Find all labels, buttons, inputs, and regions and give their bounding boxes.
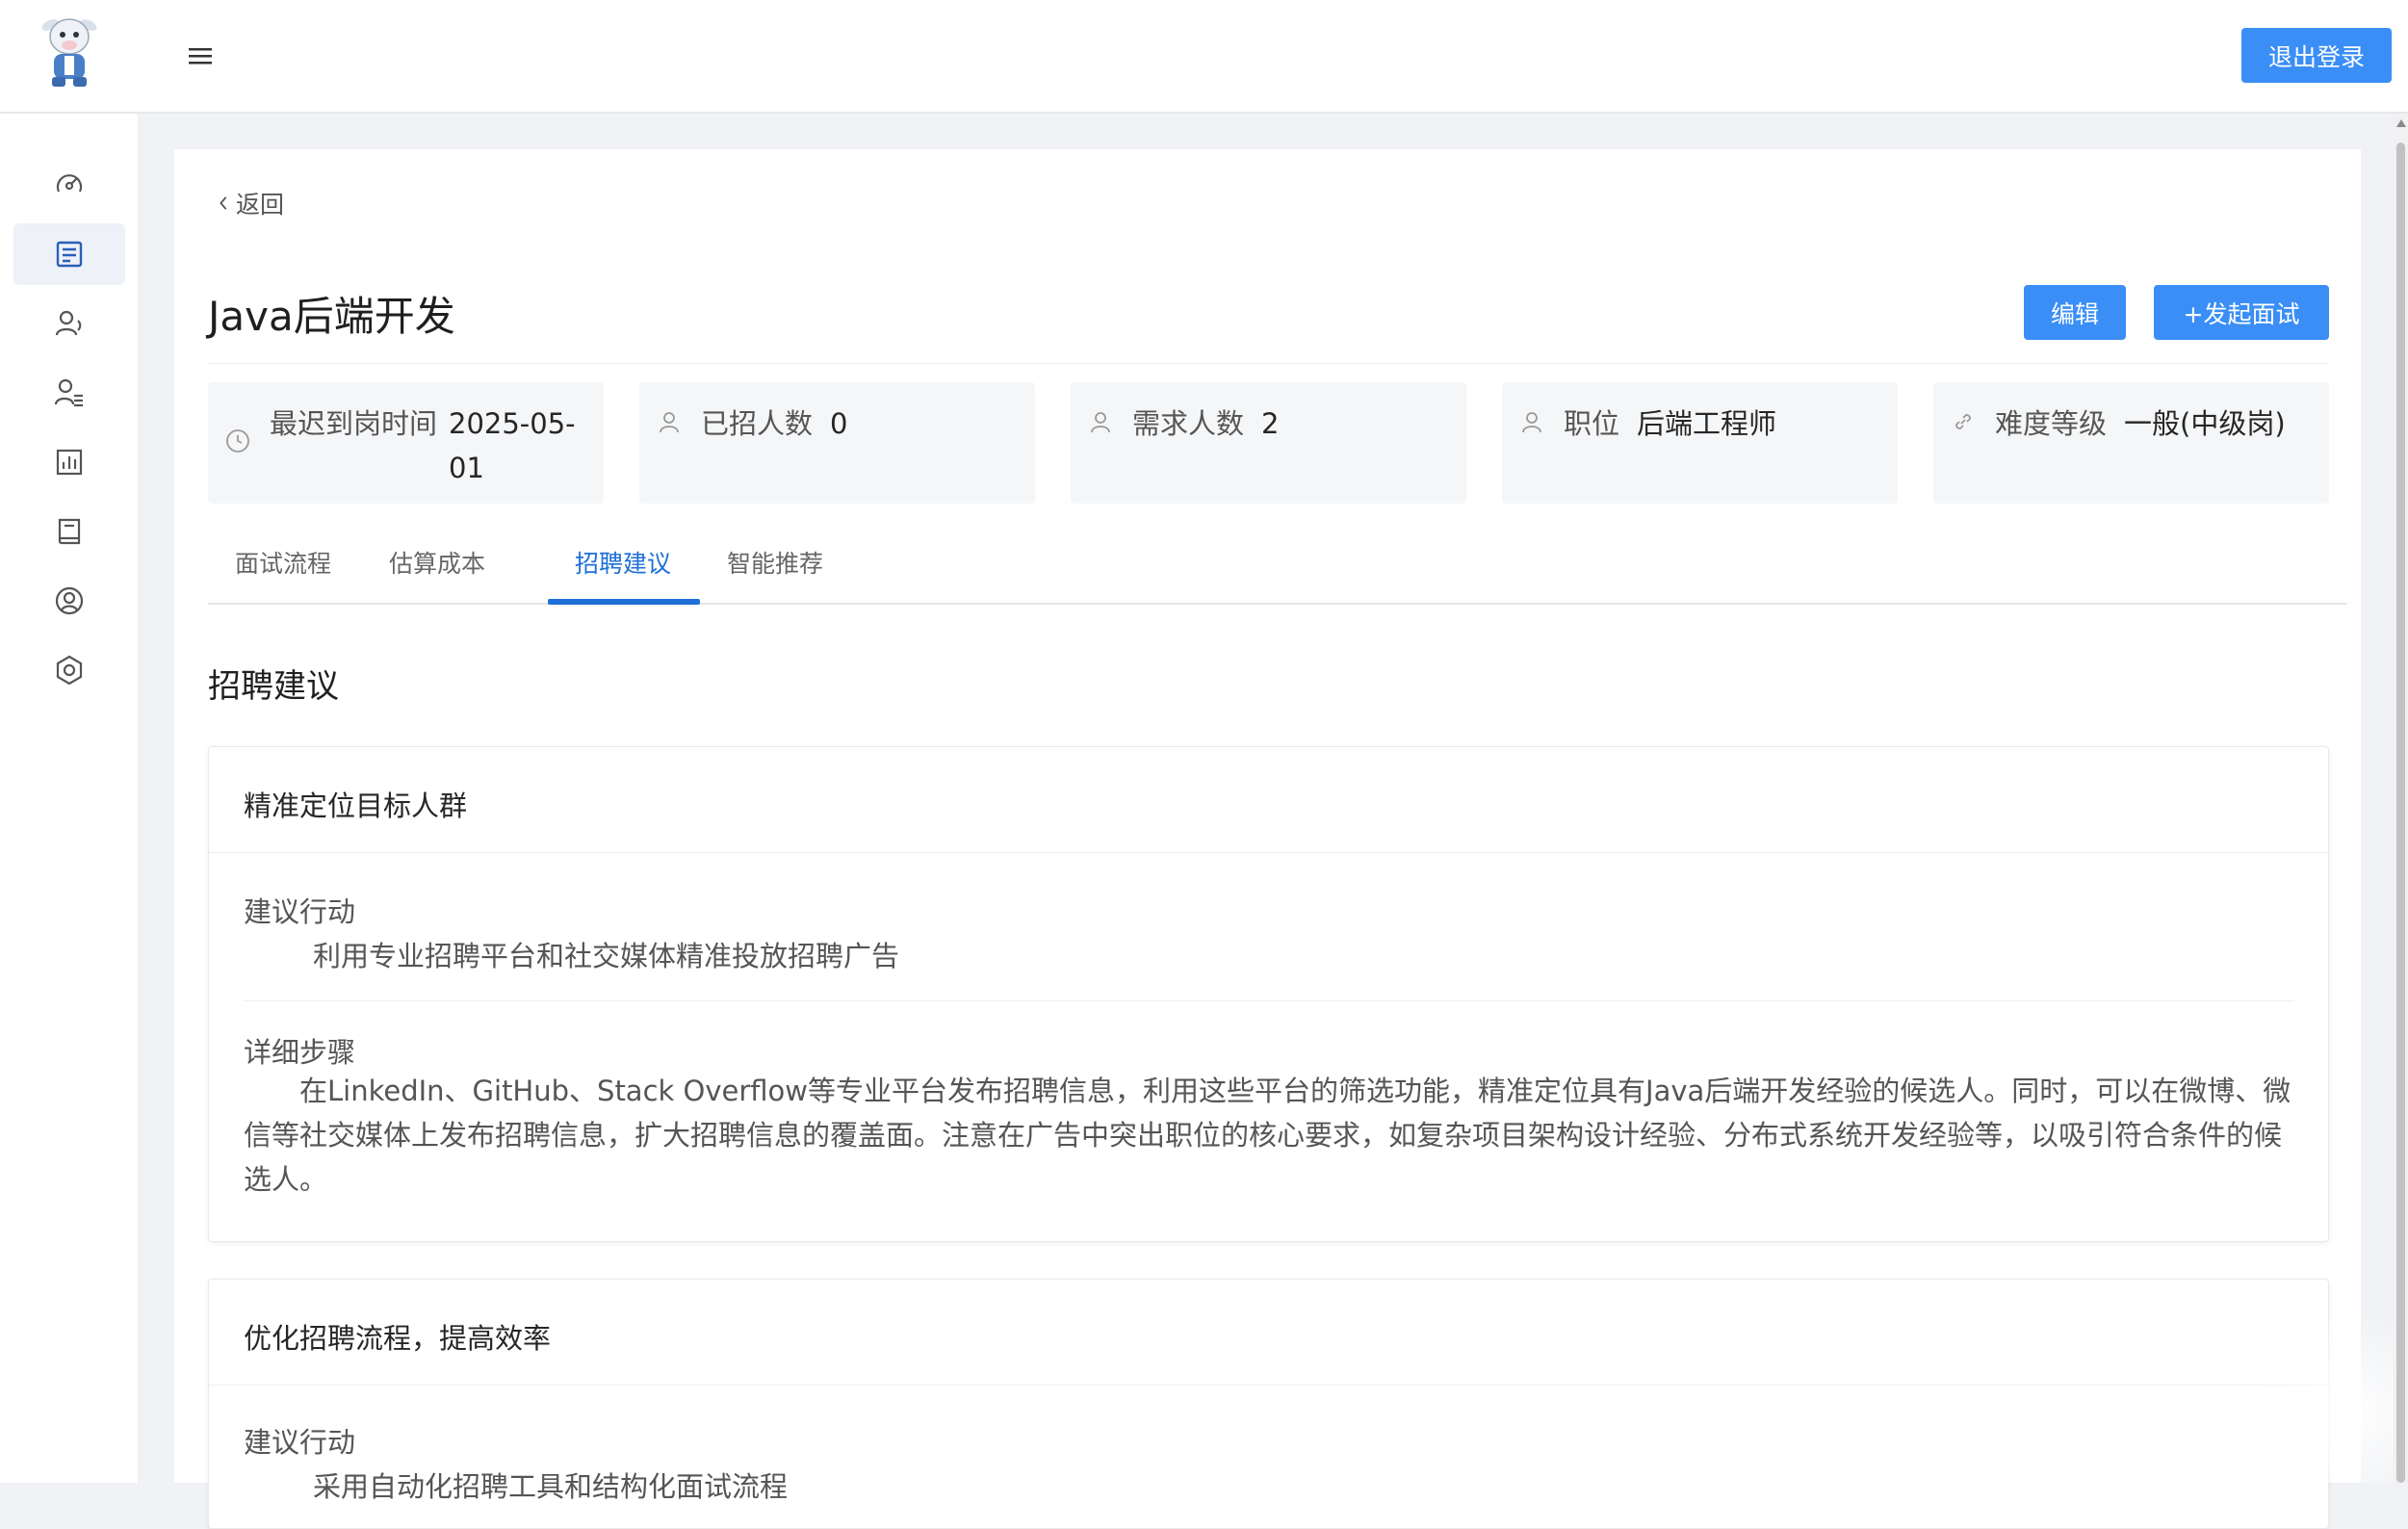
- dashboard-icon: [56, 174, 83, 193]
- tab-smart-recommend[interactable]: 智能推荐: [727, 545, 823, 580]
- action-label: 建议行动: [244, 1426, 356, 1459]
- settings-hexagon-icon: [56, 655, 83, 686]
- info-card-position: 职位 后端工程师: [1502, 382, 1898, 504]
- info-label: 难度等级: [1995, 407, 2108, 440]
- app-logo[interactable]: [39, 12, 100, 91]
- sidebar-item-statistics[interactable]: [13, 431, 125, 493]
- info-value: 后端工程师: [1637, 407, 1777, 440]
- back-link[interactable]: 返回: [217, 186, 284, 220]
- sidebar-item-settings[interactable]: [13, 639, 125, 701]
- main-content: 返回 Java后端开发 编辑 +发起面试 最迟到岗时间 2025-05-01 已…: [174, 149, 2361, 1529]
- sidebar-item-candidates[interactable]: [13, 293, 125, 354]
- info-card-difficulty: 难度等级 一般(中级岗): [1933, 382, 2329, 504]
- suggestion-card-header: 精准定位目标人群: [209, 747, 2328, 853]
- page-title: Java后端开发: [208, 293, 455, 340]
- page-scrollbar[interactable]: [2394, 114, 2408, 1483]
- divider: [208, 363, 2329, 364]
- start-interview-button[interactable]: +发起面试: [2154, 285, 2329, 340]
- person-icon: [1091, 412, 1110, 433]
- steps-label: 详细步骤: [244, 1036, 356, 1069]
- link-icon: [1955, 414, 1971, 429]
- user-list-icon: [54, 378, 83, 407]
- sidebar-item-library[interactable]: [13, 501, 125, 562]
- user-voice-icon: [55, 310, 82, 336]
- info-label: 已招人数: [701, 407, 814, 440]
- tab-recruiting-advice[interactable]: 招聘建议: [575, 545, 671, 580]
- divider: [244, 1000, 2294, 1001]
- edit-button[interactable]: 编辑: [2024, 285, 2126, 340]
- action-value: 采用自动化招聘工具和结构化面试流程: [313, 1470, 789, 1503]
- info-label: 需求人数: [1132, 407, 1245, 440]
- document-icon: [56, 241, 83, 268]
- active-tab-indicator: [548, 599, 700, 605]
- logout-button[interactable]: 退出登录: [2241, 28, 2392, 83]
- suggestion-card: 优化招聘流程，提高效率 建议行动 采用自动化招聘工具和结构化面试流程: [208, 1279, 2329, 1529]
- book-icon: [58, 518, 81, 545]
- section-title: 招聘建议: [208, 667, 339, 706]
- person-icon: [1522, 412, 1541, 433]
- scroll-thumb[interactable]: [2396, 143, 2405, 1483]
- tab-cost-estimate[interactable]: 估算成本: [389, 545, 485, 580]
- steps-text: 在LinkedIn、GitHub、Stack Overflow等专业平台发布招聘…: [244, 1075, 2291, 1196]
- suggestion-card: 精准定位目标人群 建议行动 利用专业招聘平台和社交媒体精准投放招聘广告 详细步骤…: [208, 746, 2329, 1242]
- person-icon: [660, 412, 679, 433]
- sidebar-item-staff[interactable]: [13, 362, 125, 424]
- sidebar-item-profile[interactable]: [13, 570, 125, 632]
- back-label: 返回: [236, 191, 285, 219]
- sidebar-nav: [0, 114, 139, 1483]
- info-value: 一般(中级岗): [2124, 407, 2286, 440]
- action-label: 建议行动: [244, 895, 356, 928]
- menu-toggle-icon[interactable]: [185, 40, 216, 71]
- info-card-demand: 需求人数 2: [1071, 382, 1466, 504]
- tab-interview-process[interactable]: 面试流程: [235, 545, 331, 580]
- chevron-left-icon: [220, 196, 227, 210]
- info-label: 职位: [1564, 407, 1620, 440]
- sidebar-item-positions[interactable]: [13, 223, 125, 285]
- suggestion-title: 优化招聘流程，提高效率: [244, 1322, 552, 1355]
- suggestion-title: 精准定位目标人群: [244, 790, 468, 822]
- clock-icon: [226, 429, 249, 453]
- bar-chart-icon: [56, 449, 83, 476]
- tab-bar: 面试流程 估算成本 招聘建议 智能推荐: [208, 530, 2347, 605]
- suggestion-card-header: 优化招聘流程，提高效率: [209, 1280, 2328, 1386]
- info-card-deadline: 最迟到岗时间 2025-05-01: [208, 382, 604, 504]
- info-value: 2: [1261, 407, 1280, 440]
- info-card-hired: 已招人数 0: [639, 382, 1035, 504]
- user-circle-icon: [55, 586, 84, 615]
- info-value: 0: [830, 407, 848, 440]
- scroll-up-arrow-icon[interactable]: [2396, 119, 2406, 127]
- info-label: 最迟到岗时间: [270, 407, 438, 440]
- top-header: 退出登录: [0, 0, 2408, 114]
- sidebar-item-dashboard[interactable]: [13, 153, 125, 215]
- action-value: 利用专业招聘平台和社交媒体精准投放招聘广告: [313, 940, 900, 972]
- info-value: 2025-05-01: [449, 407, 576, 484]
